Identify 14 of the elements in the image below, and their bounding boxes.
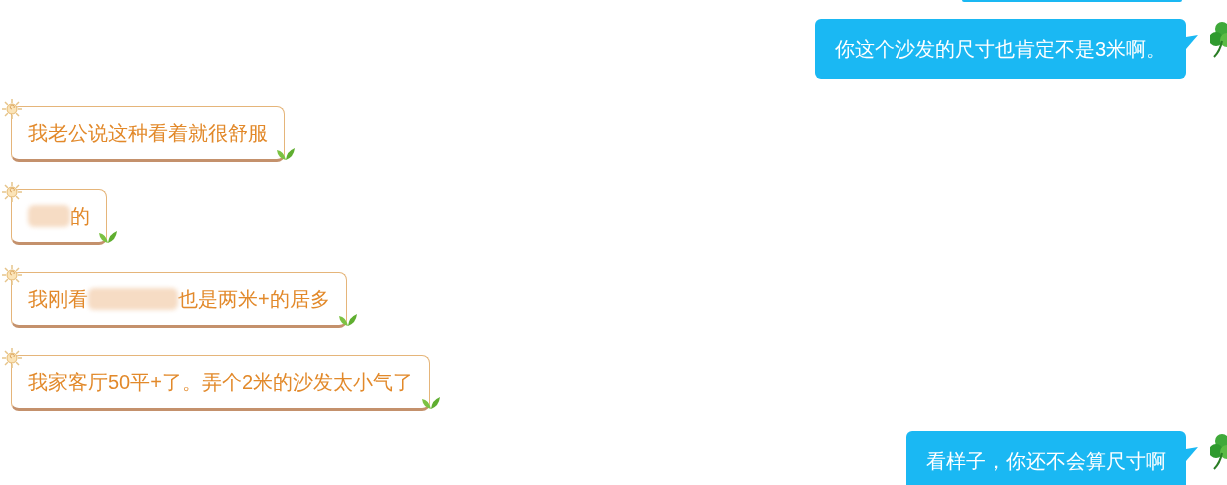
message-text: 看样子，你还不会算尺寸啊 — [926, 449, 1166, 474]
message-text: 我老公说这种看着就很舒服 — [28, 121, 268, 146]
redaction-blur — [28, 205, 70, 227]
clover-avatar-icon — [1210, 19, 1227, 59]
leaf-icon — [277, 148, 295, 160]
leaf-icon — [99, 231, 117, 243]
message-text: 我家客厅50平+了。弄个2米的沙发太小气了 — [28, 370, 414, 395]
leaf-icon — [422, 397, 441, 409]
message-text: 的 — [70, 204, 90, 229]
message-text: 你这个沙发的尺寸也肯定不是3米啊。 — [834, 37, 1166, 62]
message-text: 我刚看 — [28, 287, 88, 312]
leaf-icon — [338, 314, 357, 326]
clover-avatar-icon — [1210, 431, 1227, 471]
message-text: 也是两米+的居多 — [178, 287, 330, 312]
